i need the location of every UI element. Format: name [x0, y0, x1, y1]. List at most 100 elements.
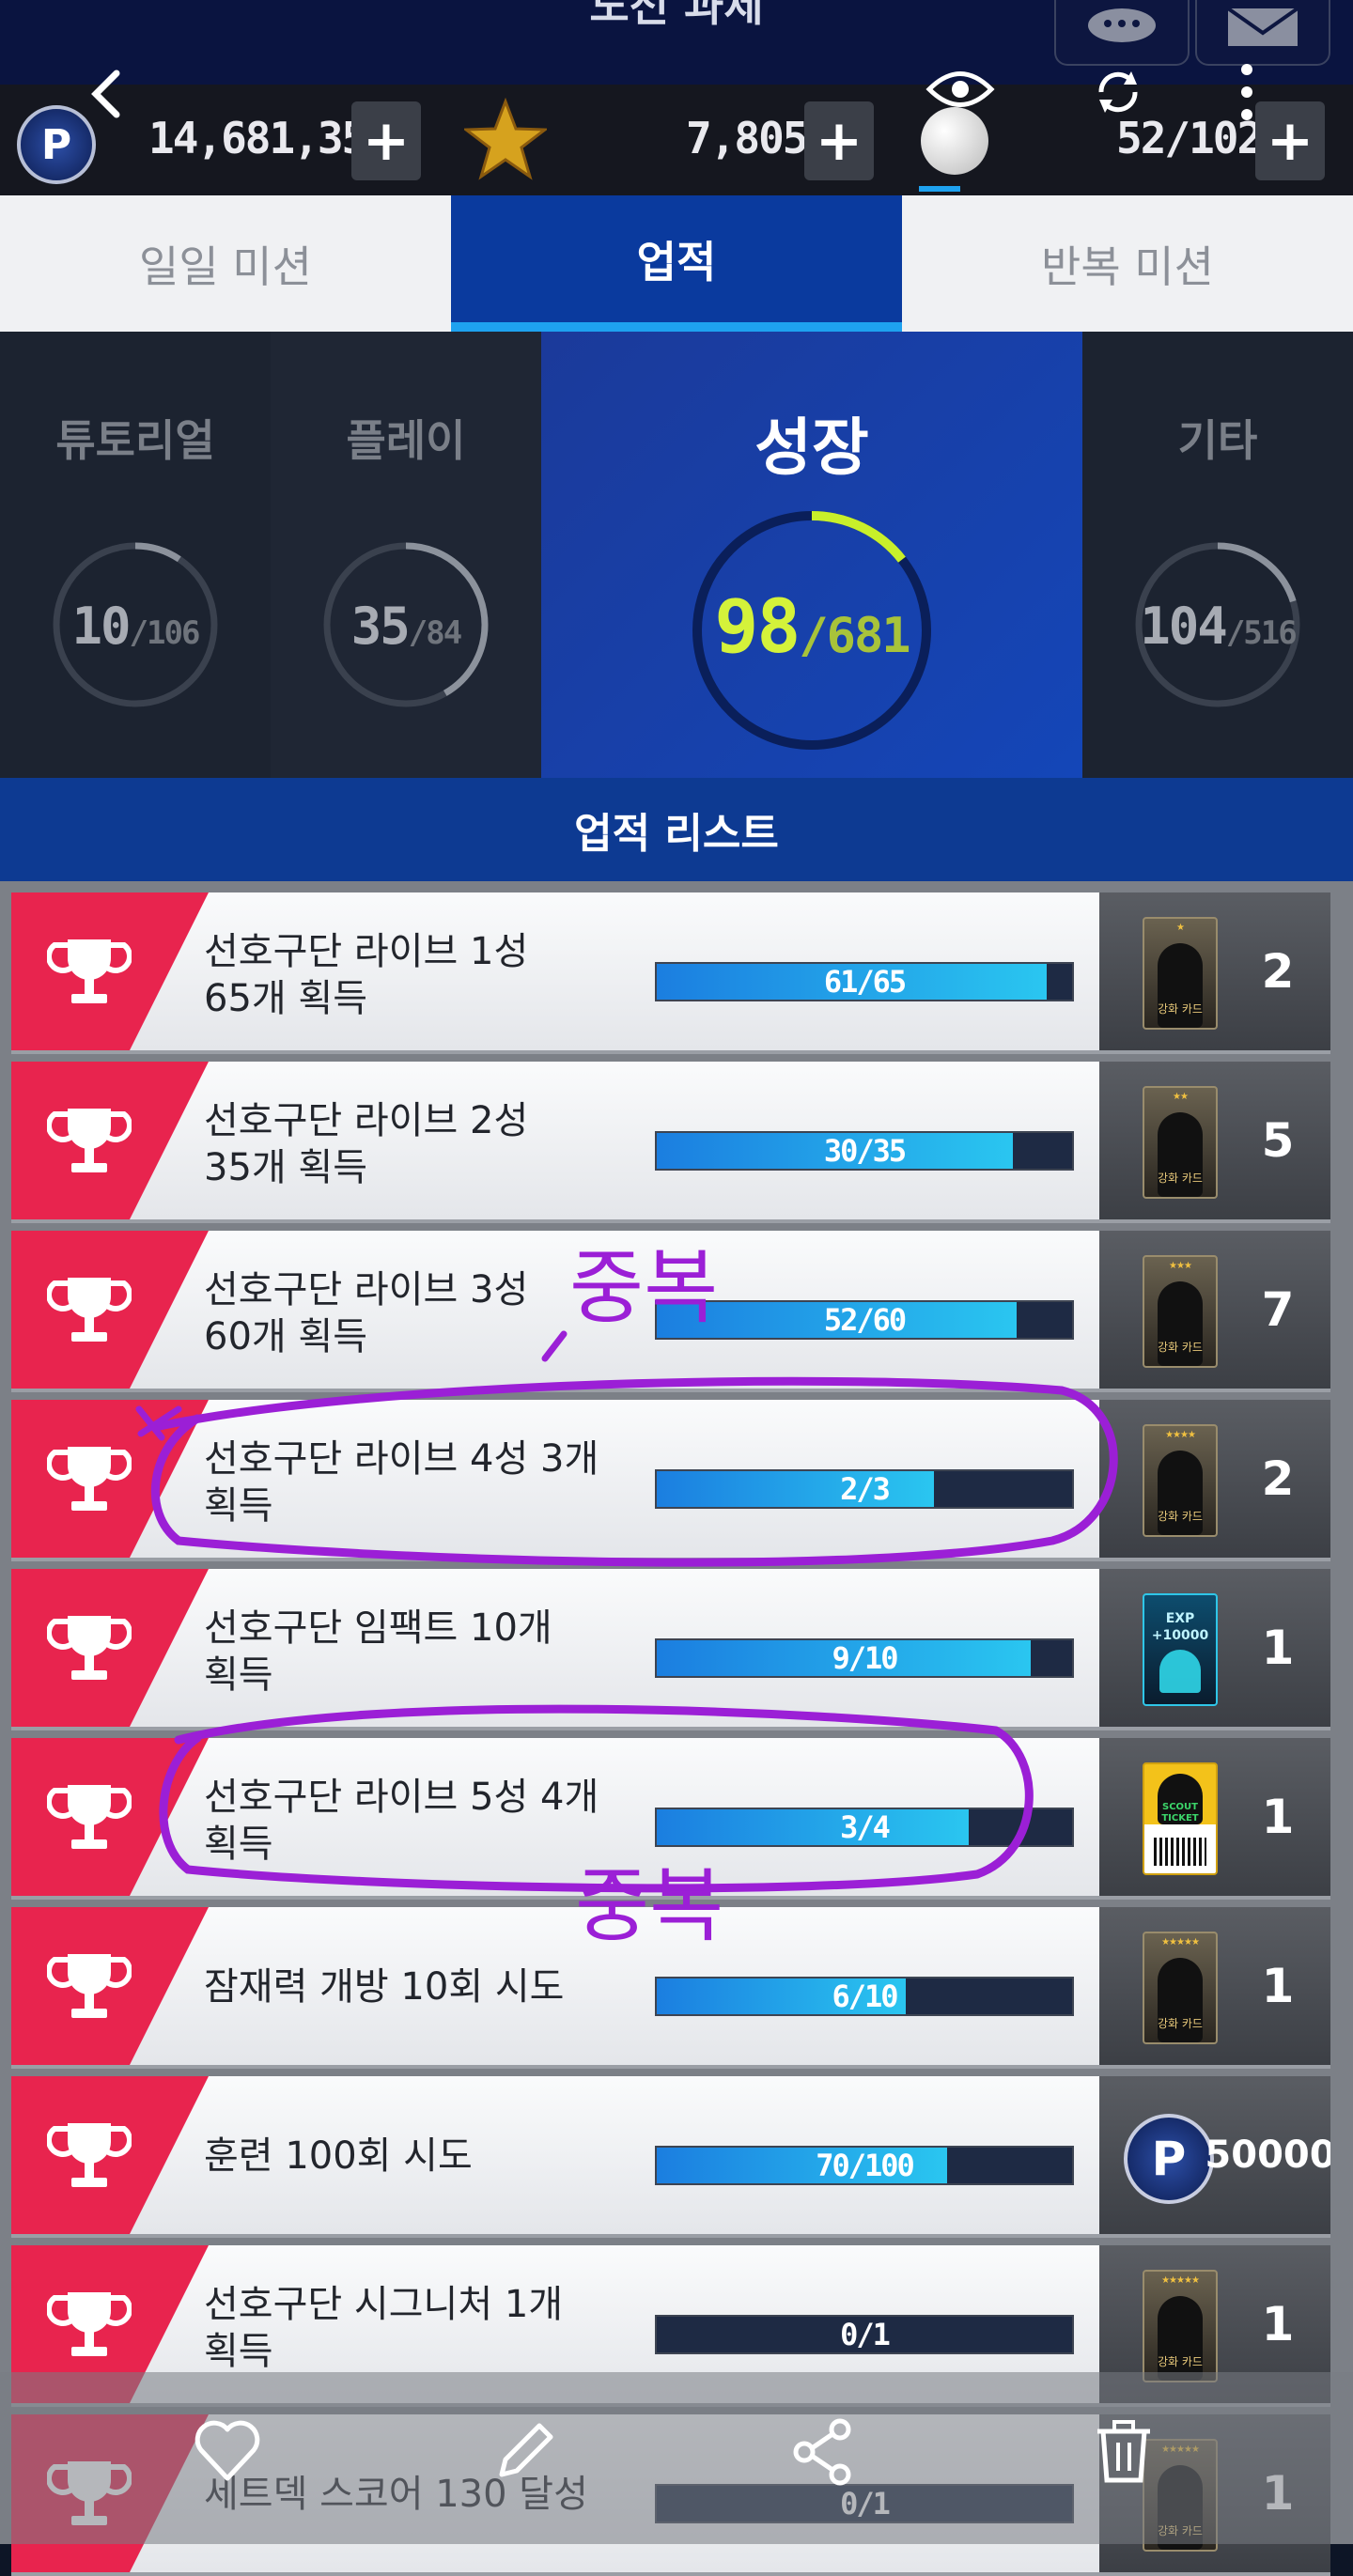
- category-tutorial[interactable]: 튜토리얼 10/106: [0, 332, 271, 778]
- achievement-title: 선호구단 라이브 2성: [204, 1099, 529, 1142]
- achievement-row[interactable]: 선호구단 임팩트 10개 획득 9/10 EXP +10000 1: [11, 1569, 1330, 1730]
- progress-bar: 2/3: [655, 1469, 1074, 1509]
- progress-text: 2/3: [840, 1471, 891, 1507]
- trophy-icon: [47, 939, 132, 1003]
- achievement-title-cont: 획득: [204, 2330, 273, 2373]
- upgrade-card-icon: ★★★★★ 강화 카드: [1143, 1932, 1218, 2044]
- category-label: 플레이: [346, 415, 466, 466]
- category-label: 성장: [754, 411, 869, 484]
- achievement-row[interactable]: 선호구단 라이브 3성 60개 획득 52/60 ★★★ 강화 카드 7: [11, 1231, 1330, 1392]
- progress-bar: 52/60: [655, 1300, 1074, 1340]
- title-bar: 도전 과제: [0, 0, 1353, 85]
- upgrade-card-icon: ★★ 강화 카드: [1143, 1086, 1218, 1199]
- category-panel: 튜토리얼 10/106 플레이 35/84 성장 98/681 기타 104/5…: [0, 332, 1353, 778]
- category-other[interactable]: 기타 104/516: [1082, 332, 1353, 778]
- achievement-list[interactable]: 선호구단 라이브 1성 65개 획득 61/65 ★ 강화 카드 2 선호구단 라이브 2성…: [0, 881, 1353, 2576]
- trophy-icon: [47, 2292, 132, 2356]
- progress-bar: 0/1: [655, 2315, 1074, 2354]
- card-label: 강화 카드: [1158, 1510, 1203, 1523]
- achievement-row[interactable]: 선호구단 라이브 4성 3개 획득 2/3 ★★★★ 강화 카드 2: [11, 1400, 1330, 1561]
- progress-text: 6/10: [832, 1979, 898, 2014]
- eye-icon: [925, 71, 995, 107]
- card-stars: ★★★: [1169, 1261, 1192, 1271]
- card-stars: ★★★★★: [1161, 1937, 1200, 1948]
- exp-card-icon: EXP +10000: [1143, 1593, 1218, 1706]
- heart-icon: [194, 2420, 260, 2481]
- reward-slot[interactable]: ★★★★★ 강화 카드 1: [1099, 1907, 1330, 2065]
- achievement-label: 훈련 100회 시도: [204, 2133, 636, 2180]
- achievement-label: 선호구단 임팩트 10개 획득: [204, 1605, 636, 1699]
- exp-card-text: EXP +10000: [1151, 1611, 1209, 1643]
- delete-button[interactable]: [1086, 2414, 1161, 2490]
- category-total: /681: [799, 608, 910, 664]
- category-label: 기타: [1177, 415, 1258, 466]
- achievement-label: 선호구단 라이브 2성 35개 획득: [204, 1097, 636, 1191]
- trophy-icon: [47, 1616, 132, 1680]
- share-button[interactable]: [785, 2414, 861, 2490]
- chat-icon: [1088, 8, 1156, 42]
- reward-quantity: 1: [1261, 1621, 1295, 1675]
- reward-slot[interactable]: P 50000: [1099, 2076, 1330, 2234]
- baseball-icon: [921, 107, 988, 175]
- reward-slot[interactable]: ★★ 강화 카드 5: [1099, 1062, 1330, 1219]
- card-stars: ★★: [1173, 1092, 1189, 1102]
- tab-repeat-mission[interactable]: 반복 미션: [902, 195, 1353, 332]
- achievement-title: 선호구단 라이브 1성: [204, 930, 529, 973]
- upgrade-card-icon: ★★★★★ 강화 카드: [1143, 2270, 1218, 2382]
- progress-text: 52/60: [823, 1302, 907, 1338]
- achievement-title: 잠재력 개방 10회 시도: [204, 1965, 565, 2009]
- tab-achievements[interactable]: 업적: [451, 195, 902, 332]
- reward-slot[interactable]: ★ 강화 카드 2: [1099, 892, 1330, 1050]
- chat-button[interactable]: [1054, 0, 1190, 66]
- reward-slot[interactable]: ★★★★ 강화 카드 2: [1099, 1400, 1330, 1558]
- achievement-label: 선호구단 라이브 1성 65개 획득: [204, 928, 636, 1022]
- barcode: [1154, 1838, 1206, 1866]
- achievement-row[interactable]: 훈련 100회 시도 70/100 P 50000: [11, 2076, 1330, 2238]
- card-stars: ★★★★★: [1161, 2275, 1200, 2286]
- achievement-label: 선호구단 라이브 4성 3개 획득: [204, 1435, 636, 1529]
- category-label: 튜토리얼: [55, 415, 215, 466]
- achievement-row[interactable]: 선호구단 라이브 1성 65개 획득 61/65 ★ 강화 카드 2: [11, 892, 1330, 1054]
- progress-text: 61/65: [823, 964, 907, 1000]
- scout-ticket-text: SCOUT TICKET: [1161, 1802, 1199, 1823]
- add-players-button[interactable]: +: [1255, 101, 1325, 180]
- achievement-row[interactable]: 잠재력 개방 10회 시도 6/10 ★★★★★ 강화 카드 1: [11, 1907, 1330, 2069]
- category-growth[interactable]: 성장 98/681: [541, 332, 1082, 778]
- favorite-button[interactable]: [190, 2414, 265, 2490]
- add-stars-button[interactable]: +: [804, 101, 874, 180]
- achievement-label: 선호구단 라이브 5성 4개 획득: [204, 1774, 636, 1868]
- back-icon: [91, 70, 120, 118]
- category-play[interactable]: 플레이 35/84: [271, 332, 541, 778]
- progress-bar: 6/10: [655, 1977, 1074, 2016]
- trophy-icon: [47, 2123, 132, 2187]
- progress-text: 70/100: [816, 2148, 915, 2183]
- achievement-row[interactable]: 선호구단 라이브 2성 35개 획득 30/35 ★★ 강화 카드 5: [11, 1062, 1330, 1223]
- mail-button[interactable]: [1195, 0, 1330, 66]
- category-total: /106: [129, 614, 201, 652]
- achievement-row[interactable]: 선호구단 라이브 5성 4개 획득 3/4 SCOUT TICKET 1: [11, 1738, 1330, 1900]
- trophy-icon: [47, 1954, 132, 2018]
- reward-quantity: 50000: [1205, 2134, 1330, 2177]
- achievement-title: 훈련 100회 시도: [204, 2134, 473, 2178]
- eye-button[interactable]: [925, 66, 995, 116]
- achievement-label: 잠재력 개방 10회 시도: [204, 1963, 636, 2010]
- achievement-title-cont: 65개 획득: [204, 977, 368, 1020]
- rotate-icon: [1098, 71, 1138, 113]
- edit-button[interactable]: [487, 2414, 562, 2490]
- achievement-title-cont: 35개 획득: [204, 1146, 368, 1189]
- reward-slot[interactable]: SCOUT TICKET 1: [1099, 1738, 1330, 1896]
- category-total: /516: [1225, 614, 1298, 652]
- category-current: 98: [714, 585, 801, 670]
- card-label: 강화 카드: [1158, 2017, 1203, 2030]
- upgrade-card-icon: ★ 강화 카드: [1143, 917, 1218, 1030]
- add-points-button[interactable]: +: [351, 101, 421, 180]
- achievement-title: 선호구단 시그니처 1개: [204, 2283, 564, 2326]
- back-button[interactable]: [79, 66, 135, 126]
- reward-slot[interactable]: EXP +10000 1: [1099, 1569, 1330, 1727]
- tab-daily-mission[interactable]: 일일 미션: [0, 195, 451, 332]
- card-label: 강화 카드: [1158, 1172, 1203, 1185]
- progress-text: 9/10: [832, 1640, 898, 1676]
- upgrade-card-icon: ★★★★ 강화 카드: [1143, 1424, 1218, 1537]
- mail-icon: [1226, 8, 1299, 46]
- reward-slot[interactable]: ★★★ 강화 카드 7: [1099, 1231, 1330, 1389]
